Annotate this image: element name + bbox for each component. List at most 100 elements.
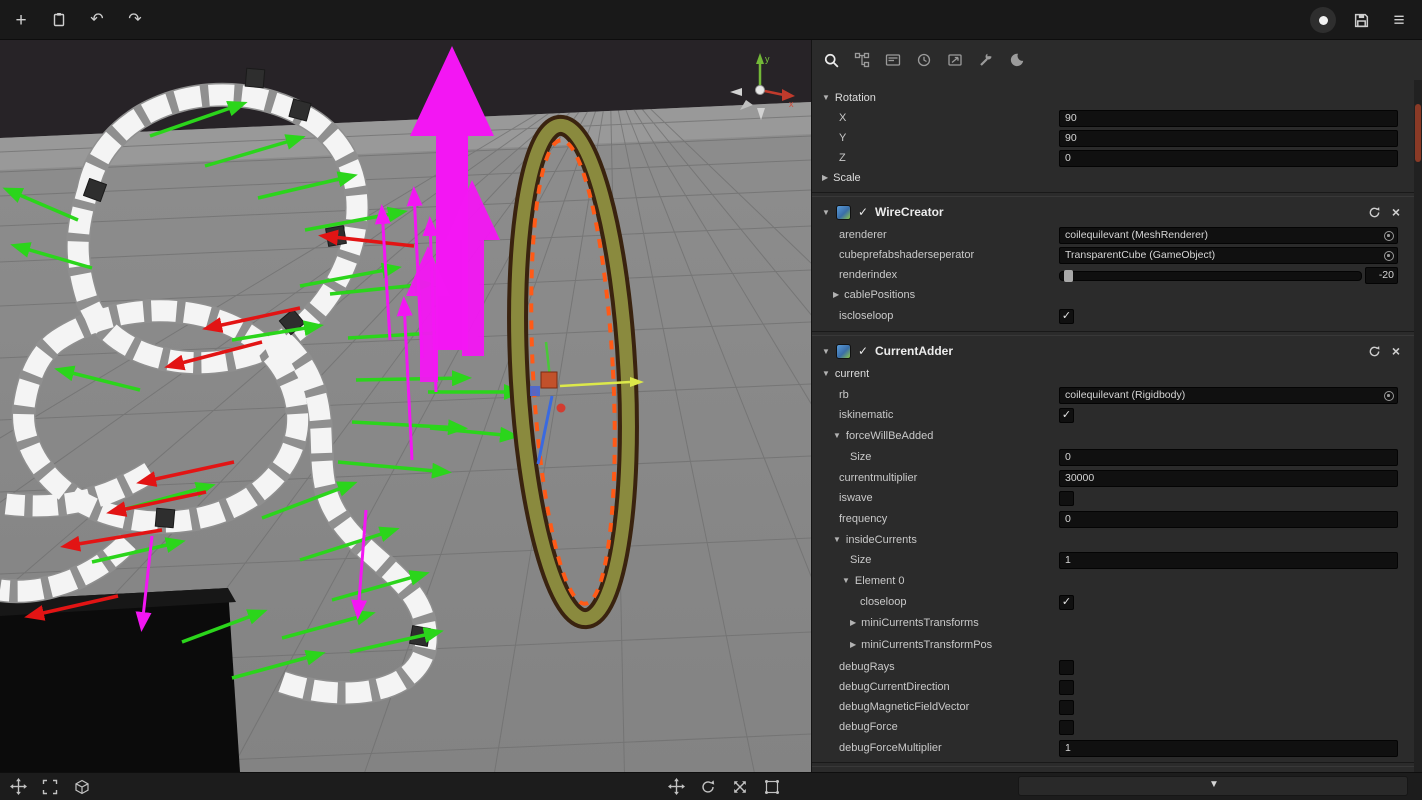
reset-icon[interactable] [1368,206,1381,219]
iskinematic-row: iskinematic ✓ [812,405,1414,426]
closeloop-checkbox[interactable]: ✓ [1059,595,1074,610]
forcewillbeadded-label: forceWillBeAdded [846,430,933,442]
card-icon[interactable] [882,49,904,71]
scene-dropdown[interactable]: ▼ [1018,776,1408,796]
inside-size-field[interactable]: 1 [1059,552,1398,569]
foldout-closed-icon[interactable]: ▶ [850,618,856,627]
iskinematic-checkbox[interactable]: ✓ [1059,408,1074,423]
moon-icon[interactable] [1006,49,1028,71]
cablepositions-foldout[interactable]: ▶ cablePositions [833,289,915,301]
move-tool-icon[interactable] [8,777,28,797]
cubeprefab-label: cubeprefabshaderseperator [839,249,974,261]
force-size-field[interactable]: 0 [1059,449,1398,466]
debugrays-checkbox[interactable] [1059,660,1074,675]
iscloseloop-checkbox[interactable]: ✓ [1059,309,1074,324]
cubeprefab-object-field[interactable]: TransparentCube (GameObject) [1059,247,1398,264]
menu-icon[interactable]: ≡ [1386,7,1412,33]
iswave-row: iswave [812,488,1414,509]
add-icon[interactable]: + [8,7,34,33]
slider-handle[interactable] [1064,270,1073,282]
object-picker-icon[interactable] [1384,391,1394,401]
component-enabled-checkbox[interactable]: ✓ [858,344,868,358]
foldout-open-icon[interactable]: ▼ [822,369,830,378]
search-icon[interactable] [820,49,842,71]
currentadder-component-icon [836,344,851,359]
object-picker-icon[interactable] [1384,231,1394,241]
scene-tools-left [8,773,92,800]
rotation-z-field[interactable]: 0 [1059,150,1398,167]
scale-foldout[interactable]: ▶Scale [822,172,861,184]
reset-icon[interactable] [1368,345,1381,358]
remove-component-icon[interactable]: × [1392,344,1400,358]
rotate-tool-icon[interactable] [698,777,718,797]
current-foldout[interactable]: ▼current [822,368,869,380]
save-icon[interactable] [1348,7,1374,33]
wrench-icon[interactable] [975,49,997,71]
rotation-foldout[interactable]: ▼Rotation [822,92,876,104]
renderindex-value-field[interactable]: -20 [1365,267,1398,284]
foldout-open-icon[interactable]: ▼ [822,93,830,102]
minitransformpos-foldout[interactable]: ▶miniCurrentsTransformPos [850,639,992,651]
redo-icon[interactable]: ↷ [122,7,148,33]
foldout-closed-icon[interactable]: ▶ [822,173,828,182]
hierarchy-icon[interactable] [851,49,873,71]
frequency-label: frequency [839,513,887,525]
object-picker-icon[interactable] [1384,251,1394,261]
rb-object-field[interactable]: coilequilevant (Rigidbody) [1059,387,1398,404]
inspector-content: ▼Rotation X 90 Y 90 Z 0 ▶Scale ▼ ✓ WireC… [812,80,1414,772]
element0-foldout[interactable]: ▼ Element 0 [842,575,904,587]
scrollbar-thumb[interactable] [1415,104,1421,162]
record-button[interactable] [1310,7,1336,33]
top-toolbar-left: + ↶ ↷ [8,0,148,40]
pan-tool-icon[interactable] [666,777,686,797]
debugcurrentdirection-checkbox[interactable] [1059,680,1074,695]
minitransforms-foldout[interactable]: ▶miniCurrentsTransforms [850,617,979,629]
insidecurrents-foldout[interactable]: ▼ insideCurrents [833,534,917,546]
rotation-y-field[interactable]: 90 [1059,130,1398,147]
cablepositions-label: cablePositions [844,289,915,301]
foldout-closed-icon[interactable]: ▶ [850,640,856,649]
debugforce-label: debugForce [839,721,898,733]
foldout-open-icon[interactable]: ▼ [822,208,830,217]
foldout-open-icon[interactable]: ▼ [833,431,841,440]
object-field-value: TransparentCube (GameObject) [1065,249,1215,261]
rect-tool-icon[interactable] [762,777,782,797]
foldout-open-icon[interactable]: ▼ [822,347,830,356]
forcewillbeadded-row: ▼ forceWillBeAdded [812,426,1414,447]
scene-viewport[interactable]: y x [0,40,811,772]
iswave-checkbox[interactable] [1059,491,1074,506]
renderindex-slider[interactable] [1059,271,1362,281]
undo-icon[interactable]: ↶ [84,7,110,33]
forcewillbeadded-foldout[interactable]: ▼ forceWillBeAdded [833,430,933,442]
component-enabled-checkbox[interactable]: ✓ [858,205,868,219]
inspector-scrollbar[interactable] [1414,80,1422,772]
scale-tool-icon[interactable] [730,777,750,797]
renderindex-row: renderindex -20 [812,265,1414,285]
cube-icon[interactable] [72,777,92,797]
insidecurrents-label: insideCurrents [846,534,917,546]
remove-component-icon[interactable]: × [1392,205,1400,219]
closeloop-label: closeloop [860,596,906,608]
debugforcemultiplier-field[interactable]: 1 [1059,740,1398,757]
dropdown-arrow-icon[interactable]: ▼ [1209,780,1219,790]
debugrays-label: debugRays [839,661,895,673]
rotation-z-row: Z 0 [812,148,1414,168]
foldout-open-icon[interactable]: ▼ [833,535,841,544]
debugmagneticfieldvector-checkbox[interactable] [1059,700,1074,715]
currentmultiplier-field[interactable]: 30000 [1059,470,1398,487]
arenderer-object-field[interactable]: coilequilevant (MeshRenderer) [1059,227,1398,244]
foldout-open-icon[interactable]: ▼ [842,576,850,585]
inspector-panel: ▼Rotation X 90 Y 90 Z 0 ▶Scale ▼ ✓ WireC… [811,40,1422,772]
clipboard-icon[interactable] [46,7,72,33]
clock-icon[interactable] [913,49,935,71]
debugforce-checkbox[interactable] [1059,720,1074,735]
rotation-x-label: X [839,112,846,124]
frequency-field[interactable]: 0 [1059,511,1398,528]
element0-label: Element 0 [855,575,905,587]
rotation-x-field[interactable]: 90 [1059,110,1398,127]
component-name: CurrentAdder [875,344,953,358]
export-icon[interactable] [944,49,966,71]
scene-canvas[interactable]: y x [0,40,811,772]
fullscreen-icon[interactable] [40,777,60,797]
foldout-closed-icon[interactable]: ▶ [833,290,839,299]
